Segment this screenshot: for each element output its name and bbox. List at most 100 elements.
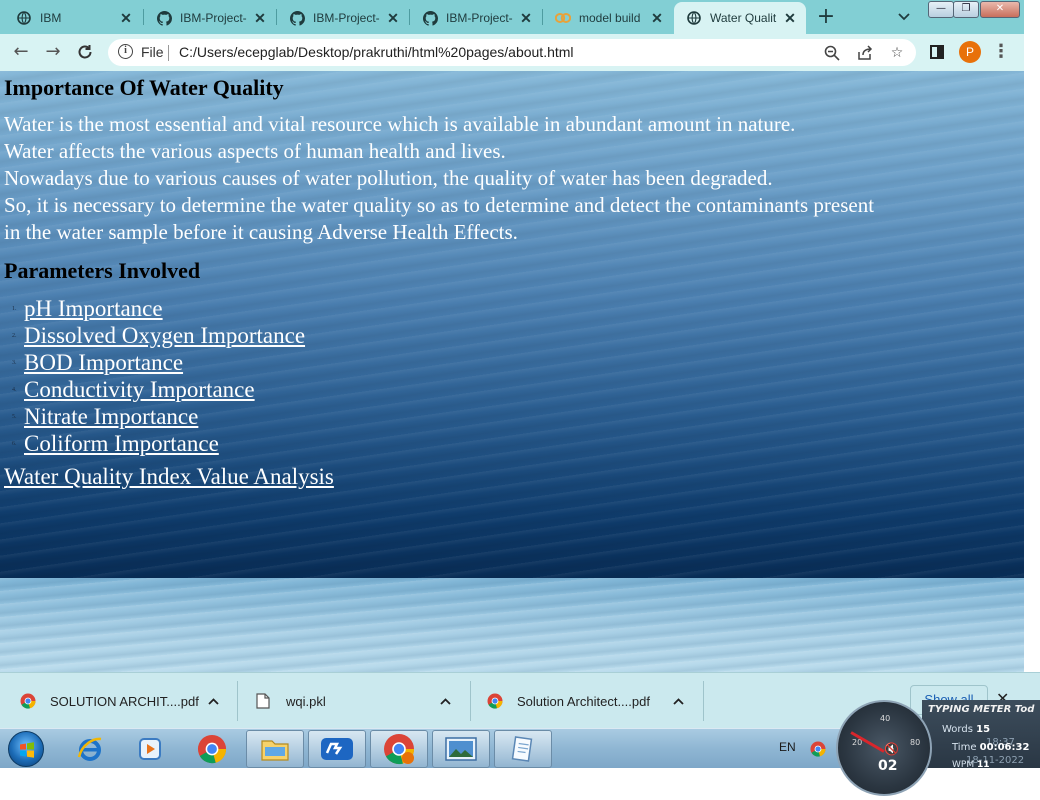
chevron-up-icon[interactable] [673, 694, 684, 708]
bod-importance-link[interactable]: BOD Importance [24, 350, 183, 375]
taskbar-teamviewer[interactable] [308, 730, 366, 768]
restore-button[interactable]: ❐ [953, 1, 979, 18]
tab-label: Water Qualit [710, 11, 777, 25]
photo-viewer-icon [445, 737, 477, 761]
teamviewer-icon [321, 738, 353, 760]
url-text[interactable]: C:/Users/ecepglab/Desktop/prakruthi/html… [179, 44, 574, 60]
conductivity-importance-link[interactable]: Conductivity Importance [24, 377, 255, 402]
typing-meter-title: TYPING METER Tod [928, 704, 1035, 715]
download-filename: wqi.pkl [286, 693, 326, 709]
forward-arrow-icon[interactable]: → [42, 41, 64, 63]
tab-github-3[interactable]: IBM-Project- ✕ [410, 2, 542, 34]
parameters-heading: Parameters Involved [4, 258, 201, 283]
close-icon[interactable]: ✕ [518, 10, 534, 27]
model-builder-icon [555, 10, 571, 26]
time-value: 00:06:32 [979, 742, 1030, 753]
chevron-up-icon[interactable] [440, 694, 451, 708]
list-number: 5. [12, 414, 17, 420]
start-button[interactable] [8, 731, 44, 767]
address-bar[interactable]: i File C:/Users/ecepglab/Desktop/prakrut… [108, 39, 916, 66]
dissolved-oxygen-link[interactable]: Dissolved Oxygen Importance [24, 323, 305, 348]
words-stat: Words 15 [942, 724, 990, 735]
zoom-icon[interactable] [824, 45, 840, 61]
chevron-up-icon[interactable] [208, 694, 219, 708]
page-title: Importance Of Water Quality [4, 75, 284, 100]
taskbar-chrome-profile[interactable] [370, 730, 428, 768]
paragraph-line: Water is the most essential and vital re… [4, 112, 796, 136]
parameters-list: 1. pH Importance 2. Dissolved Oxygen Impor… [4, 295, 305, 457]
github-icon [289, 10, 305, 26]
paragraph-line: Nowadays due to various causes of water … [4, 166, 773, 190]
profile-avatar[interactable]: P [959, 41, 981, 63]
minimize-button[interactable]: — [928, 1, 954, 18]
taskbar-notepad[interactable] [494, 730, 552, 768]
chrome-tray-icon[interactable] [810, 741, 826, 761]
taskbar-photo-viewer[interactable] [432, 730, 490, 768]
windows-logo-icon [20, 742, 34, 758]
download-item[interactable]: wqi.pkl [256, 673, 460, 729]
list-number: 3. [12, 360, 17, 366]
github-icon [422, 10, 438, 26]
list-number: 4. [12, 387, 17, 393]
side-panel-icon[interactable] [926, 41, 948, 63]
download-item[interactable]: SOLUTION ARCHIT....pdf [20, 673, 230, 729]
share-icon[interactable] [857, 45, 873, 61]
background-water-lower [0, 578, 1024, 672]
download-filename: Solution Architect....pdf [517, 693, 650, 709]
list-number: 2. [12, 333, 17, 339]
nitrate-importance-link[interactable]: Nitrate Importance [24, 404, 198, 429]
list-number: 1. [12, 306, 17, 312]
taskbar-ie[interactable] [70, 730, 110, 768]
speaker-muted-icon[interactable]: 🔇 [884, 742, 899, 756]
tab-label: IBM-Project- [313, 11, 380, 25]
info-icon[interactable]: i [118, 44, 133, 59]
notepad-icon [511, 736, 533, 762]
close-icon[interactable]: ✕ [252, 10, 268, 27]
browser-toolbar: ← → i File C:/Users/ecepglab/Desktop/pra… [0, 34, 1024, 71]
tab-strip: IBM ✕ IBM-Project- ✕ IBM-Project- ✕ IBM-… [0, 0, 1024, 34]
taskbar-media-player[interactable] [130, 730, 170, 768]
chrome-page-icon [686, 10, 702, 26]
github-icon [156, 10, 172, 26]
ph-importance-link[interactable]: pH Importance [24, 296, 163, 321]
time-stat: Time 00:06:32 [952, 742, 1029, 753]
taskbar-explorer[interactable] [246, 730, 304, 768]
wpm-value: 11 [976, 760, 990, 770]
tab-label: IBM [40, 11, 62, 25]
file-icon [256, 693, 272, 709]
download-filename: SOLUTION ARCHIT....pdf [50, 693, 199, 709]
tab-github-1[interactable]: IBM-Project- ✕ [144, 2, 276, 34]
reload-icon[interactable] [74, 41, 96, 63]
tab-search-chevron-icon[interactable] [892, 6, 916, 28]
gauge-value: 02 [878, 758, 898, 774]
close-icon[interactable]: ✕ [782, 10, 798, 27]
tab-label: model build [579, 11, 641, 25]
back-arrow-icon[interactable]: ← [10, 41, 32, 63]
star-icon[interactable]: ☆ [889, 45, 905, 61]
new-tab-button[interactable]: + [812, 4, 840, 30]
coliform-importance-link[interactable]: Coliform Importance [24, 431, 219, 456]
download-item[interactable]: Solution Architect....pdf [487, 673, 697, 729]
list-item: 4. Conductivity Importance [4, 376, 305, 403]
chrome-icon [487, 693, 503, 709]
close-icon[interactable]: ✕ [118, 10, 134, 27]
window-close-button[interactable]: ✕ [980, 1, 1020, 18]
list-item: 2. Dissolved Oxygen Importance [4, 322, 305, 349]
list-item: 6. Coliform Importance [4, 430, 305, 457]
menu-kebab-icon[interactable]: ⋮ [990, 41, 1012, 63]
paragraph-line: So, it is necessary to determine the wat… [4, 193, 875, 217]
close-icon[interactable]: ✕ [649, 10, 665, 27]
paragraph-line: in the water sample before it causing Ad… [4, 220, 518, 244]
list-item: 5. Nitrate Importance [4, 403, 305, 430]
close-icon[interactable]: ✕ [385, 10, 401, 27]
language-indicator[interactable]: EN [779, 740, 796, 754]
tab-model-build[interactable]: model build ✕ [543, 2, 673, 34]
tab-ibm[interactable]: IBM ✕ [4, 2, 142, 34]
tab-water-quality[interactable]: Water Qualit ✕ [674, 2, 806, 34]
media-player-icon [139, 738, 161, 760]
address-divider [168, 45, 169, 61]
wqi-analysis-link[interactable]: Water Quality Index Value Analysis [4, 464, 334, 490]
words-label: Words [942, 724, 973, 735]
tab-github-2[interactable]: IBM-Project- ✕ [277, 2, 409, 34]
taskbar-chrome[interactable] [192, 730, 232, 768]
